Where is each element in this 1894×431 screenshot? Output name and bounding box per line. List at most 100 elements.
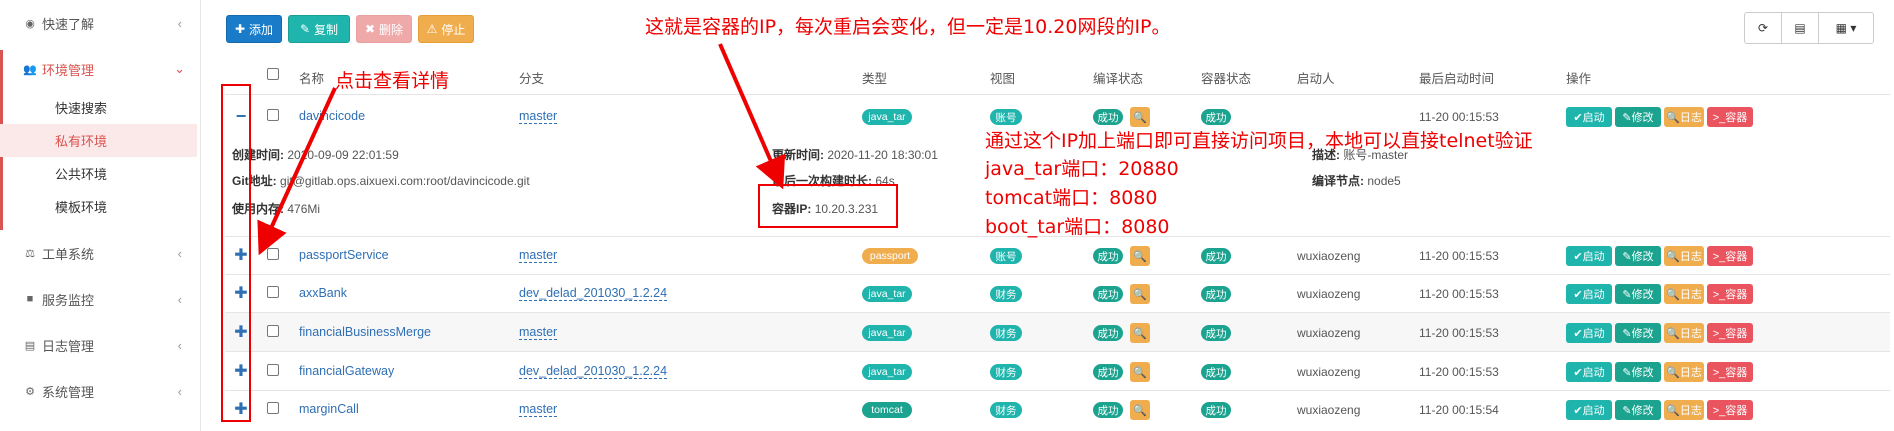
sidebar-item-ticket-system[interactable]: ⚖ 工单系统 ‹ [0, 234, 200, 272]
column-header-container-status[interactable]: 容器状态 [1201, 68, 1251, 87]
row-checkbox[interactable] [267, 325, 279, 337]
column-header-actions[interactable]: 操作 [1566, 68, 1591, 87]
row-checkbox[interactable] [267, 402, 279, 414]
build-log-search-button[interactable]: 🔍 [1130, 400, 1150, 420]
column-header-branch[interactable]: 分支 [519, 68, 544, 87]
start-button[interactable]: ✔ 启动 [1566, 362, 1612, 382]
edit-button[interactable]: ✎ 修改 [1615, 284, 1661, 304]
chevron-down-icon: ⌄ [174, 61, 185, 76]
detail-build-node: 编译节点: node5 [1312, 172, 1401, 189]
view-badge: 账号 [990, 109, 1022, 125]
log-button-label: 日志 [1679, 405, 1702, 417]
sidebar-subitem-private-env[interactable]: 私有环境 [0, 124, 197, 157]
select-all-checkbox[interactable] [267, 68, 279, 80]
start-button-label: 启动 [1582, 367, 1605, 379]
container-button-label: >_容器 [1712, 112, 1748, 124]
sidebar-subitem-quick-search[interactable]: 快速搜索 [0, 91, 197, 124]
row-checkbox[interactable] [267, 364, 279, 376]
copy-button[interactable]: ✎ 复制 [288, 15, 350, 43]
detail-build-node-value: node5 [1367, 174, 1401, 188]
branch-link[interactable]: master [519, 109, 558, 124]
last-start-time: 11-20 00:15:53 [1419, 326, 1499, 340]
build-log-search-button[interactable]: 🔍 [1130, 323, 1150, 343]
list-view-button[interactable]: ▤ [1781, 12, 1819, 44]
branch-link[interactable]: master [519, 402, 558, 417]
container-button[interactable]: >_容器 [1707, 362, 1753, 382]
start-button[interactable]: ✔ 启动 [1566, 323, 1612, 343]
copy-button-label: 复制 [314, 22, 339, 37]
column-header-starter[interactable]: 启动人 [1297, 68, 1335, 87]
log-button-label: 日志 [1679, 367, 1702, 379]
container-button[interactable]: >_容器 [1707, 323, 1753, 343]
branch-link[interactable]: master [519, 248, 558, 263]
columns-dropdown-button[interactable]: ▦ ▾ [1818, 12, 1874, 44]
sidebar-subitem-public-env[interactable]: 公共环境 [0, 157, 197, 190]
start-button-label: 启动 [1582, 289, 1605, 301]
type-badge: java_tar [862, 364, 912, 380]
start-button[interactable]: ✔ 启动 [1566, 284, 1612, 304]
container-button[interactable]: >_容器 [1707, 400, 1753, 420]
container-ip-highlight [758, 184, 898, 228]
build-status-badge: 成功 [1093, 286, 1123, 302]
sidebar-item-log-management[interactable]: ▤ 日志管理 ‹ [0, 326, 200, 364]
edit-button[interactable]: ✎ 修改 [1615, 246, 1661, 266]
type-badge: java_tar [862, 286, 912, 302]
container-button-label: >_容器 [1712, 251, 1748, 263]
add-button[interactable]: ✚ 添加 [226, 15, 282, 43]
build-log-search-button[interactable]: 🔍 [1130, 362, 1150, 382]
last-start-time: 11-20 00:15:53 [1419, 287, 1499, 301]
edit-button[interactable]: ✎ 修改 [1615, 400, 1661, 420]
sidebar-item-quick-intro[interactable]: ◉ 快速了解 ‹ [0, 4, 200, 42]
sidebar-item-service-monitor[interactable]: ■ 服务监控 ‹ [0, 280, 200, 318]
log-button[interactable]: 🔍 日志 [1664, 400, 1704, 420]
stop-button[interactable]: ⚠ 停止 [418, 15, 474, 43]
container-status-badge: 成功 [1201, 325, 1231, 341]
project-name-link[interactable]: davincicode [299, 109, 365, 123]
column-header-type[interactable]: 类型 [862, 68, 887, 87]
column-header-last-start-time[interactable]: 最后启动时间 [1419, 68, 1494, 87]
chevron-left-icon: ‹ [177, 291, 182, 307]
build-log-search-button[interactable]: 🔍 [1130, 284, 1150, 304]
sidebar-item-system-management[interactable]: ⚙ 系统管理 ‹ [0, 372, 200, 410]
refresh-button[interactable]: ⟳ [1744, 12, 1782, 44]
branch-link[interactable]: dev_delad_201030_1.2.24 [519, 286, 668, 301]
build-log-search-button[interactable]: 🔍 [1130, 246, 1150, 266]
column-header-name[interactable]: 名称 [299, 68, 324, 87]
container-button[interactable]: >_容器 [1707, 284, 1753, 304]
sidebar: ◉ 快速了解 ‹ 👥 环境管理 ⌄ 快速搜索 私有环境 公共环境 模板环境 ⚖ … [0, 0, 201, 431]
row-checkbox[interactable] [267, 109, 279, 121]
project-name-link[interactable]: passportService [299, 248, 389, 262]
delete-button[interactable]: ✖ 删除 [356, 15, 412, 43]
row-checkbox[interactable] [267, 248, 279, 260]
row-checkbox[interactable] [267, 286, 279, 298]
log-button[interactable]: 🔍 日志 [1664, 246, 1704, 266]
sidebar-item-env-management[interactable]: 👥 环境管理 ⌄ [0, 50, 203, 88]
grid-icon: ▦ ▾ [1835, 21, 1857, 35]
chevron-left-icon: ‹ [177, 383, 182, 399]
sidebar-subitem-template-env[interactable]: 模板环境 [0, 190, 197, 223]
start-button[interactable]: ✔ 启动 [1566, 246, 1612, 266]
search-icon: 🔍 [1133, 288, 1147, 301]
branch-link[interactable]: dev_delad_201030_1.2.24 [519, 364, 668, 379]
edit-button[interactable]: ✎ 修改 [1615, 323, 1661, 343]
log-button[interactable]: 🔍 日志 [1664, 362, 1704, 382]
log-button[interactable]: 🔍 日志 [1664, 323, 1704, 343]
column-header-build-status[interactable]: 编译状态 [1093, 68, 1143, 87]
project-name-link[interactable]: marginCall [299, 402, 359, 416]
project-name-link[interactable]: financialGateway [299, 364, 394, 378]
project-name-link[interactable]: financialBusinessMerge [299, 325, 431, 339]
container-button[interactable]: >_容器 [1707, 107, 1753, 127]
log-button[interactable]: 🔍 日志 [1664, 284, 1704, 304]
start-button[interactable]: ✔ 启动 [1566, 400, 1612, 420]
start-button[interactable]: ✔ 启动 [1566, 107, 1612, 127]
log-button[interactable]: 🔍 日志 [1664, 107, 1704, 127]
detail-created: 创建时间: 2020-09-09 22:01:59 [232, 146, 399, 163]
annotation-click-details: 点击查看详情 [335, 70, 450, 92]
branch-link[interactable]: master [519, 325, 558, 340]
edit-button[interactable]: ✎ 修改 [1615, 107, 1661, 127]
project-name-link[interactable]: axxBank [299, 286, 347, 300]
edit-button[interactable]: ✎ 修改 [1615, 362, 1661, 382]
column-header-view[interactable]: 视图 [990, 68, 1015, 87]
container-button[interactable]: >_容器 [1707, 246, 1753, 266]
build-log-search-button[interactable]: 🔍 [1130, 107, 1150, 127]
